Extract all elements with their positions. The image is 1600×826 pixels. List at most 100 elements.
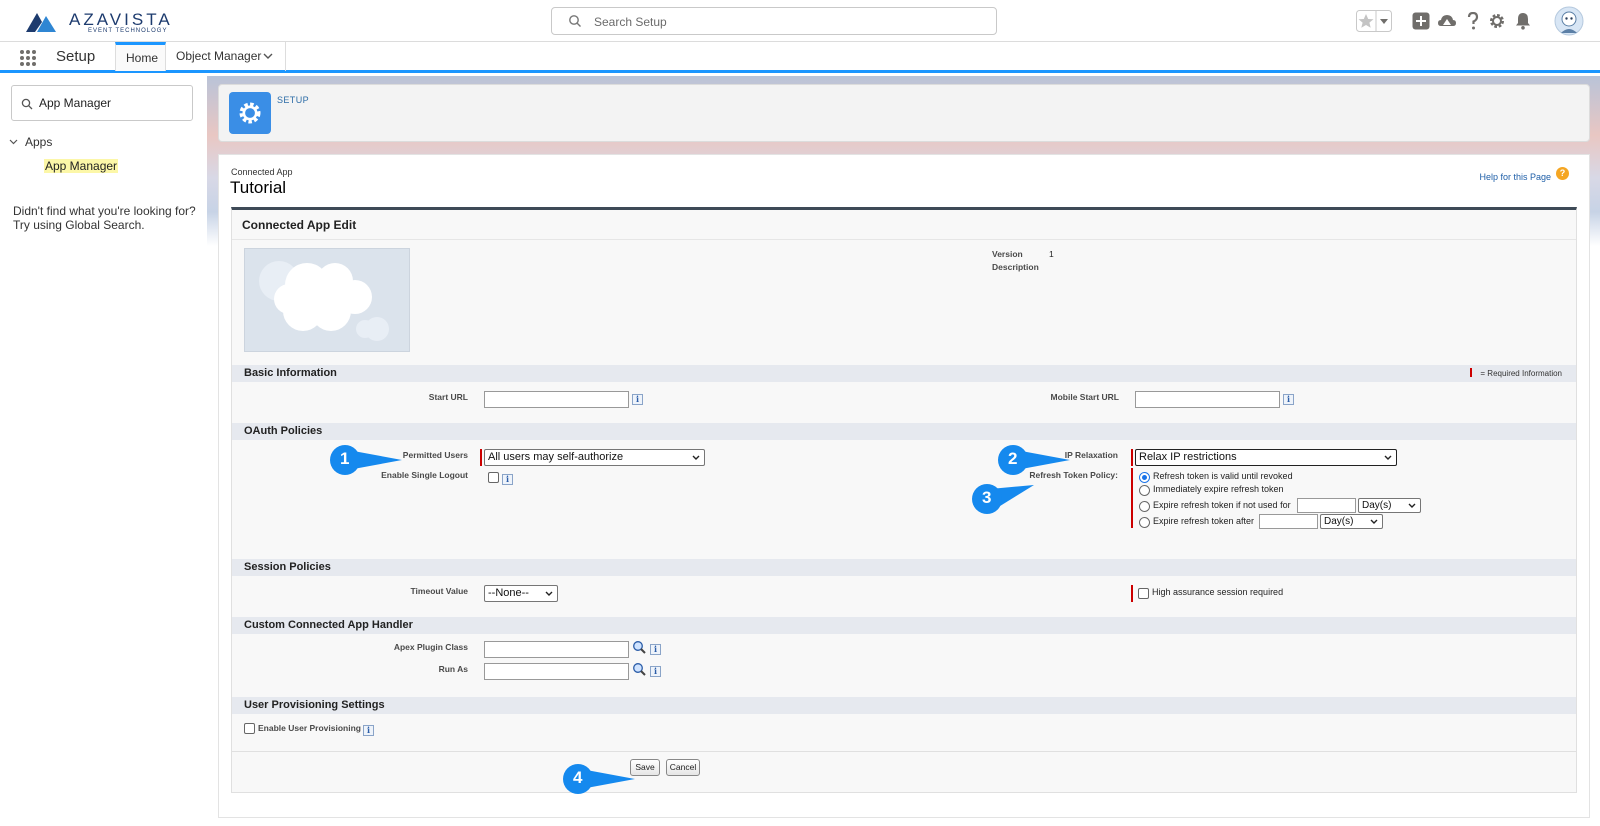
- block-header: Connected App Edit: [232, 210, 1576, 240]
- timeout-value: --None--: [488, 587, 529, 599]
- apex-plugin-class-label: Apex Plugin Class: [393, 642, 468, 652]
- run-as-label: Run As: [438, 664, 468, 674]
- expire-after-unit-select[interactable]: Day(s): [1320, 514, 1383, 529]
- trailhead-cloud-icon: [1438, 15, 1456, 26]
- refresh-option-immediately-expire-radio[interactable]: [1139, 485, 1150, 496]
- refresh-option-label: Immediately expire refresh token: [1153, 484, 1284, 494]
- chevron-down-icon[interactable]: [263, 52, 273, 60]
- setup-header-card: SETUP: [218, 84, 1590, 142]
- mobile-start-url-info-icon[interactable]: i: [1283, 394, 1294, 405]
- enable-user-provisioning-label: Enable User Provisioning: [258, 723, 361, 733]
- lookup-icon[interactable]: [632, 662, 646, 676]
- refresh-option-expire-after-radio[interactable]: [1139, 517, 1150, 528]
- setup-breadcrumb[interactable]: SETUP: [277, 95, 309, 105]
- block-title: Connected App Edit: [242, 218, 357, 232]
- favorites-star-icon: [1356, 10, 1392, 32]
- user-avatar-button[interactable]: [1554, 6, 1584, 36]
- start-url-input[interactable]: [484, 391, 629, 408]
- start-url-info-icon[interactable]: i: [632, 394, 643, 405]
- required-marker: [480, 449, 482, 466]
- tab-home[interactable]: Home: [115, 42, 166, 71]
- app-logo-image: [244, 248, 410, 352]
- chevron-down-icon: [1370, 519, 1378, 524]
- app-launcher-waffle-icon[interactable]: [19, 49, 37, 67]
- notifications-button[interactable]: [1512, 6, 1534, 36]
- brand-name: AZAVISTA: [69, 10, 173, 29]
- help-button[interactable]: [1462, 6, 1484, 36]
- permitted-users-select[interactable]: All users may self-authorize: [484, 449, 705, 466]
- timeout-value-select[interactable]: --None--: [484, 585, 558, 602]
- required-marker: [1131, 585, 1133, 602]
- quick-find-box[interactable]: [11, 85, 193, 121]
- description-label: Description: [992, 262, 1039, 272]
- brand-logo-mark-icon: [26, 13, 56, 32]
- sidebar-group-apps[interactable]: Apps: [9, 135, 52, 149]
- enable-single-logout-checkbox[interactable]: [488, 472, 499, 483]
- trailhead-button[interactable]: [1436, 6, 1458, 36]
- ip-relaxation-value: Relax IP restrictions: [1139, 451, 1237, 463]
- refresh-option-expire-if-unused-radio[interactable]: [1139, 501, 1150, 512]
- page-type: Connected App: [231, 167, 293, 177]
- ip-relaxation-select[interactable]: Relax IP restrictions: [1135, 449, 1397, 466]
- expire-after-amount-input[interactable]: [1259, 514, 1318, 529]
- expire-if-unused-unit-select[interactable]: Day(s): [1358, 498, 1421, 513]
- required-marker: [1470, 368, 1473, 377]
- favorites-button[interactable]: [1356, 6, 1392, 36]
- section-custom-handler: Custom Connected App Handler: [232, 617, 1576, 634]
- section-title: Basic Information: [244, 367, 337, 379]
- enable-user-provisioning-checkbox[interactable]: [244, 723, 255, 734]
- bell-icon: [1516, 13, 1530, 30]
- apex-plugin-class-input[interactable]: [484, 641, 629, 658]
- tab-object-manager-label: Object Manager: [176, 49, 262, 63]
- section-session-policies: Session Policies: [232, 559, 1576, 576]
- app-title: Setup: [56, 48, 96, 65]
- run-as-info-icon[interactable]: i: [650, 666, 661, 677]
- global-search[interactable]: [551, 7, 997, 35]
- section-title: Custom Connected App Handler: [244, 619, 413, 631]
- sidebar-item-app-manager[interactable]: App Manager: [44, 159, 119, 173]
- version-label: Version: [992, 249, 1023, 259]
- header-utilities: [1356, 6, 1586, 36]
- permitted-users-value: All users may self-authorize: [488, 451, 624, 463]
- refresh-option-valid-until-revoked-radio[interactable]: [1139, 472, 1150, 483]
- setup-gear-button[interactable]: [1486, 6, 1508, 36]
- help-for-page-link[interactable]: Help for this Page: [1479, 172, 1551, 182]
- setup-sidebar: Apps App Manager Didn't find what you're…: [0, 76, 205, 826]
- required-marker: [1131, 449, 1133, 466]
- section-title: OAuth Policies: [244, 425, 323, 437]
- brand-logo[interactable]: AZAVISTA EVENT TECHNOLOGY: [26, 8, 176, 36]
- run-as-input[interactable]: [484, 663, 629, 680]
- chevron-down-icon: [1384, 455, 1392, 460]
- quick-find-input[interactable]: [39, 95, 187, 111]
- cancel-button[interactable]: Cancel: [666, 759, 700, 776]
- expire-if-unused-amount-input[interactable]: [1297, 498, 1356, 513]
- refresh-option-label: Expire refresh token after: [1153, 516, 1255, 526]
- high-assurance-label: High assurance session required: [1152, 587, 1284, 597]
- tab-object-manager[interactable]: Object Manager: [166, 42, 286, 71]
- required-legend: = Required Information: [1470, 368, 1562, 378]
- timeout-value-label: Timeout Value: [410, 586, 468, 596]
- user-provisioning-info-icon[interactable]: i: [363, 725, 374, 736]
- mobile-start-url-input[interactable]: [1135, 391, 1280, 408]
- callout-number: 3: [982, 488, 992, 507]
- chevron-down-icon: [545, 591, 553, 596]
- sidebar-help-text: Didn't find what you're looking for?: [13, 204, 196, 218]
- button-divider: [232, 751, 1576, 752]
- global-search-link[interactable]: Try using Global Search.: [13, 218, 145, 232]
- question-icon: [1467, 12, 1479, 30]
- help-icon[interactable]: ?: [1556, 167, 1569, 180]
- apex-plugin-info-icon[interactable]: i: [650, 644, 661, 655]
- plus-icon: [1412, 12, 1430, 30]
- single-logout-info-icon[interactable]: i: [502, 474, 513, 485]
- section-user-provisioning: User Provisioning Settings: [232, 697, 1576, 714]
- high-assurance-checkbox[interactable]: [1138, 588, 1149, 599]
- section-title: User Provisioning Settings: [244, 699, 385, 711]
- global-actions-button[interactable]: [1410, 6, 1432, 36]
- chevron-down-icon: [9, 139, 18, 145]
- required-legend-text: = Required Information: [1480, 369, 1562, 378]
- version-value: 1: [1049, 249, 1054, 259]
- lookup-icon[interactable]: [632, 640, 646, 654]
- section-oauth-policies: OAuth Policies: [232, 423, 1576, 440]
- global-search-input[interactable]: [594, 12, 984, 31]
- mobile-start-url-label: Mobile Start URL: [1050, 392, 1119, 402]
